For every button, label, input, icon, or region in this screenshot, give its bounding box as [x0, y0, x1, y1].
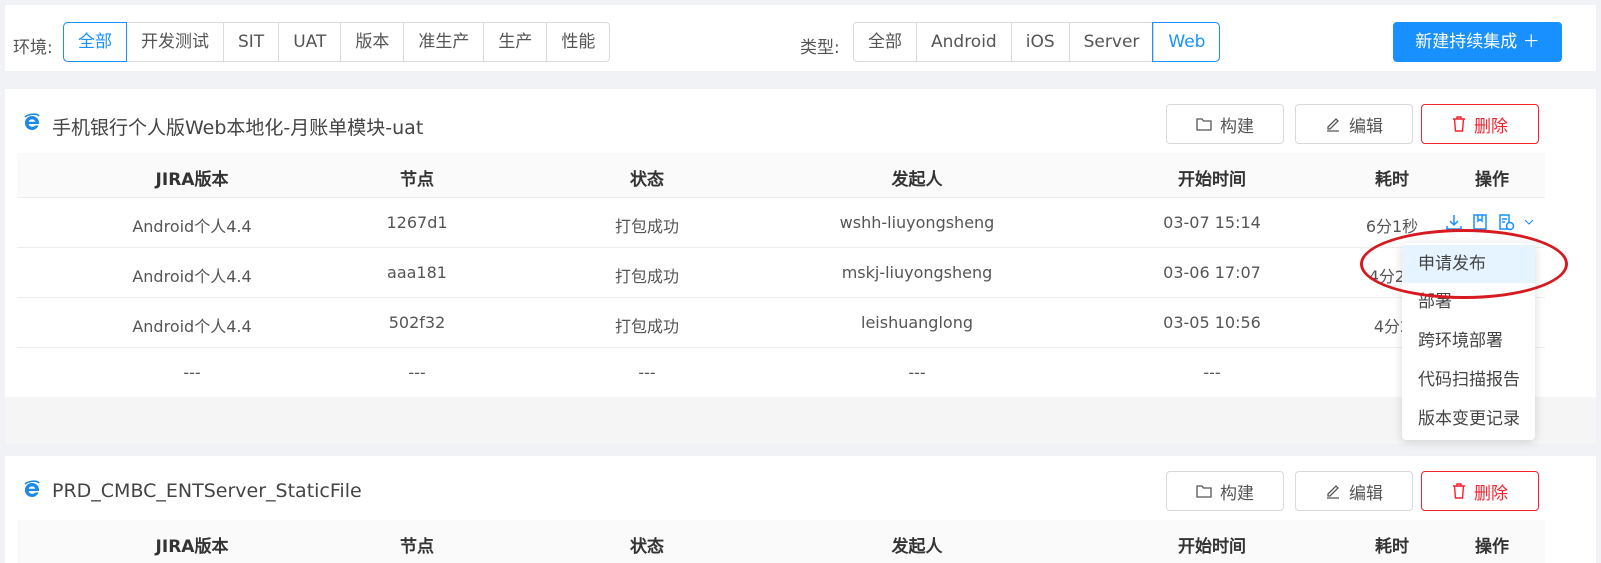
report-icon[interactable] [1497, 213, 1515, 231]
cell-duration: 6分1秒 [1365, 217, 1419, 236]
filter-bar: 环境: 全部 开发测试 SIT UAT 版本 准生产 生产 性能 类型: 全部 … [5, 5, 1596, 71]
menu-item-cross-env-deploy[interactable]: 跨环境部署 [1402, 322, 1535, 360]
cell-status: 打包成功 [614, 317, 679, 336]
trash-icon [1453, 483, 1465, 499]
table-row: Android个人4.4 502f32 打包成功 leishuanglong 0… [17, 298, 1545, 348]
env-option-pre-prod[interactable]: 准生产 [403, 23, 483, 61]
env-option-all[interactable]: 全部 [64, 23, 126, 61]
cell-initiator: --- [908, 363, 926, 382]
env-option-perf[interactable]: 性能 [546, 23, 609, 61]
table-header: JIRA版本 节点 状态 发起人 开始时间 耗时 操作 [17, 520, 1545, 563]
menu-item-version-changelog[interactable]: 版本变更记录 [1402, 400, 1535, 438]
cell-initiator: mskj-liuyongsheng [841, 263, 993, 282]
env-option-prod[interactable]: 生产 [483, 23, 546, 61]
type-option-android[interactable]: Android [916, 23, 1011, 61]
menu-item-code-scan-report[interactable]: 代码扫描报告 [1402, 361, 1535, 399]
menu-item-request-release[interactable]: 申请发布 [1402, 245, 1535, 283]
col-jira-version: JIRA版本 [155, 537, 229, 557]
download-icon[interactable] [1445, 213, 1463, 231]
ie-icon [24, 480, 40, 497]
row-actions-dropdown: 申请发布 部署 跨环境部署 代码扫描报告 版本变更记录 [1402, 243, 1535, 440]
folder-icon [1196, 118, 1212, 131]
cell-jira-version: --- [183, 363, 201, 382]
col-start-time: 开始时间 [1178, 170, 1246, 190]
cell-status: 打包成功 [614, 217, 679, 236]
col-status: 状态 [630, 170, 664, 190]
env-option-sit[interactable]: SIT [223, 23, 278, 61]
env-option-uat[interactable]: UAT [278, 23, 340, 61]
card-footer [5, 397, 1596, 444]
project-card: PRD_CMBC_ENTServer_StaticFile 构建 编辑 删除 J… [5, 456, 1596, 563]
menu-item-deploy[interactable]: 部署 [1402, 283, 1535, 321]
cell-node: 1267d1 [386, 213, 448, 232]
col-jira-version: JIRA版本 [155, 170, 229, 190]
delete-button[interactable]: 删除 [1421, 471, 1539, 511]
cell-initiator: leishuanglong [861, 313, 973, 332]
type-option-ios[interactable]: iOS [1010, 23, 1069, 61]
type-option-all[interactable]: 全部 [854, 23, 916, 61]
edit-button[interactable]: 编辑 [1295, 104, 1413, 144]
cell-jira-version: Android个人4.4 [132, 217, 252, 236]
col-initiator: 发起人 [891, 170, 943, 190]
col-actions: 操作 [1475, 170, 1509, 190]
cell-jira-version: Android个人4.4 [132, 317, 252, 336]
delete-button-label: 删除 [1474, 483, 1508, 504]
edit-button-label: 编辑 [1349, 483, 1383, 504]
col-node: 节点 [400, 170, 434, 190]
type-option-web[interactable]: Web [1153, 23, 1219, 61]
row-actions [1445, 213, 1535, 231]
env-filter-label: 环境: [13, 38, 53, 58]
env-option-version[interactable]: 版本 [340, 23, 403, 61]
cell-initiator: wshh-liuyongsheng [839, 213, 995, 232]
project-card: 手机银行个人版Web本地化-月账单模块-uat 构建 编辑 删除 JIRA版本 … [5, 89, 1596, 444]
cell-jira-version: Android个人4.4 [132, 267, 252, 286]
env-filter-group: 全部 开发测试 SIT UAT 版本 准生产 生产 性能 [63, 22, 611, 62]
col-start-time: 开始时间 [1178, 537, 1246, 557]
edit-button[interactable]: 编辑 [1295, 471, 1413, 511]
ie-icon [24, 113, 40, 130]
pencil-icon [1327, 485, 1339, 499]
col-node: 节点 [400, 537, 434, 557]
pencil-icon [1327, 118, 1339, 132]
table-row: Android个人4.4 aaa181 打包成功 mskj-liuyongshe… [17, 248, 1545, 298]
type-filter-label: 类型: [800, 38, 840, 58]
cell-node: 502f32 [388, 313, 446, 332]
col-status: 状态 [630, 537, 664, 557]
delete-button-label: 删除 [1474, 116, 1508, 137]
cell-start-time: 03-06 17:07 [1163, 263, 1261, 282]
folder-icon [1196, 485, 1212, 498]
type-filter-group: 全部 Android iOS Server Web [853, 22, 1221, 62]
project-title[interactable]: 手机银行个人版Web本地化-月账单模块-uat [52, 113, 423, 140]
trash-icon [1453, 116, 1465, 132]
delete-button[interactable]: 删除 [1421, 104, 1539, 144]
cell-node: aaa181 [387, 263, 447, 282]
cell-start-time: 03-07 15:14 [1163, 213, 1261, 232]
cell-status: 打包成功 [614, 267, 679, 286]
cell-start-time: --- [1203, 363, 1221, 382]
chevron-down-icon[interactable] [1523, 216, 1535, 228]
build-button[interactable]: 构建 [1166, 104, 1284, 144]
new-ci-button[interactable]: 新建持续集成 ＋ [1393, 22, 1562, 62]
col-actions: 操作 [1475, 537, 1509, 557]
project-title[interactable]: PRD_CMBC_ENTServer_StaticFile [52, 480, 362, 502]
cell-status: --- [638, 363, 656, 382]
build-button-label: 构建 [1220, 116, 1254, 137]
type-option-server[interactable]: Server [1068, 23, 1154, 61]
col-duration: 耗时 [1375, 537, 1409, 557]
cell-start-time: 03-05 10:56 [1163, 313, 1261, 332]
env-option-dev-test[interactable]: 开发测试 [126, 23, 223, 61]
edit-button-label: 编辑 [1349, 116, 1383, 137]
build-button-label: 构建 [1220, 483, 1254, 504]
book-icon[interactable] [1471, 213, 1489, 231]
table-row: Android个人4.4 1267d1 打包成功 wshh-liuyongshe… [17, 198, 1545, 248]
cell-node: --- [408, 363, 426, 382]
col-duration: 耗时 [1375, 170, 1409, 190]
table-header: JIRA版本 节点 状态 发起人 开始时间 耗时 操作 [17, 153, 1545, 198]
build-button[interactable]: 构建 [1166, 471, 1284, 511]
col-initiator: 发起人 [891, 537, 943, 557]
table-row: --- --- --- --- --- [17, 348, 1545, 398]
